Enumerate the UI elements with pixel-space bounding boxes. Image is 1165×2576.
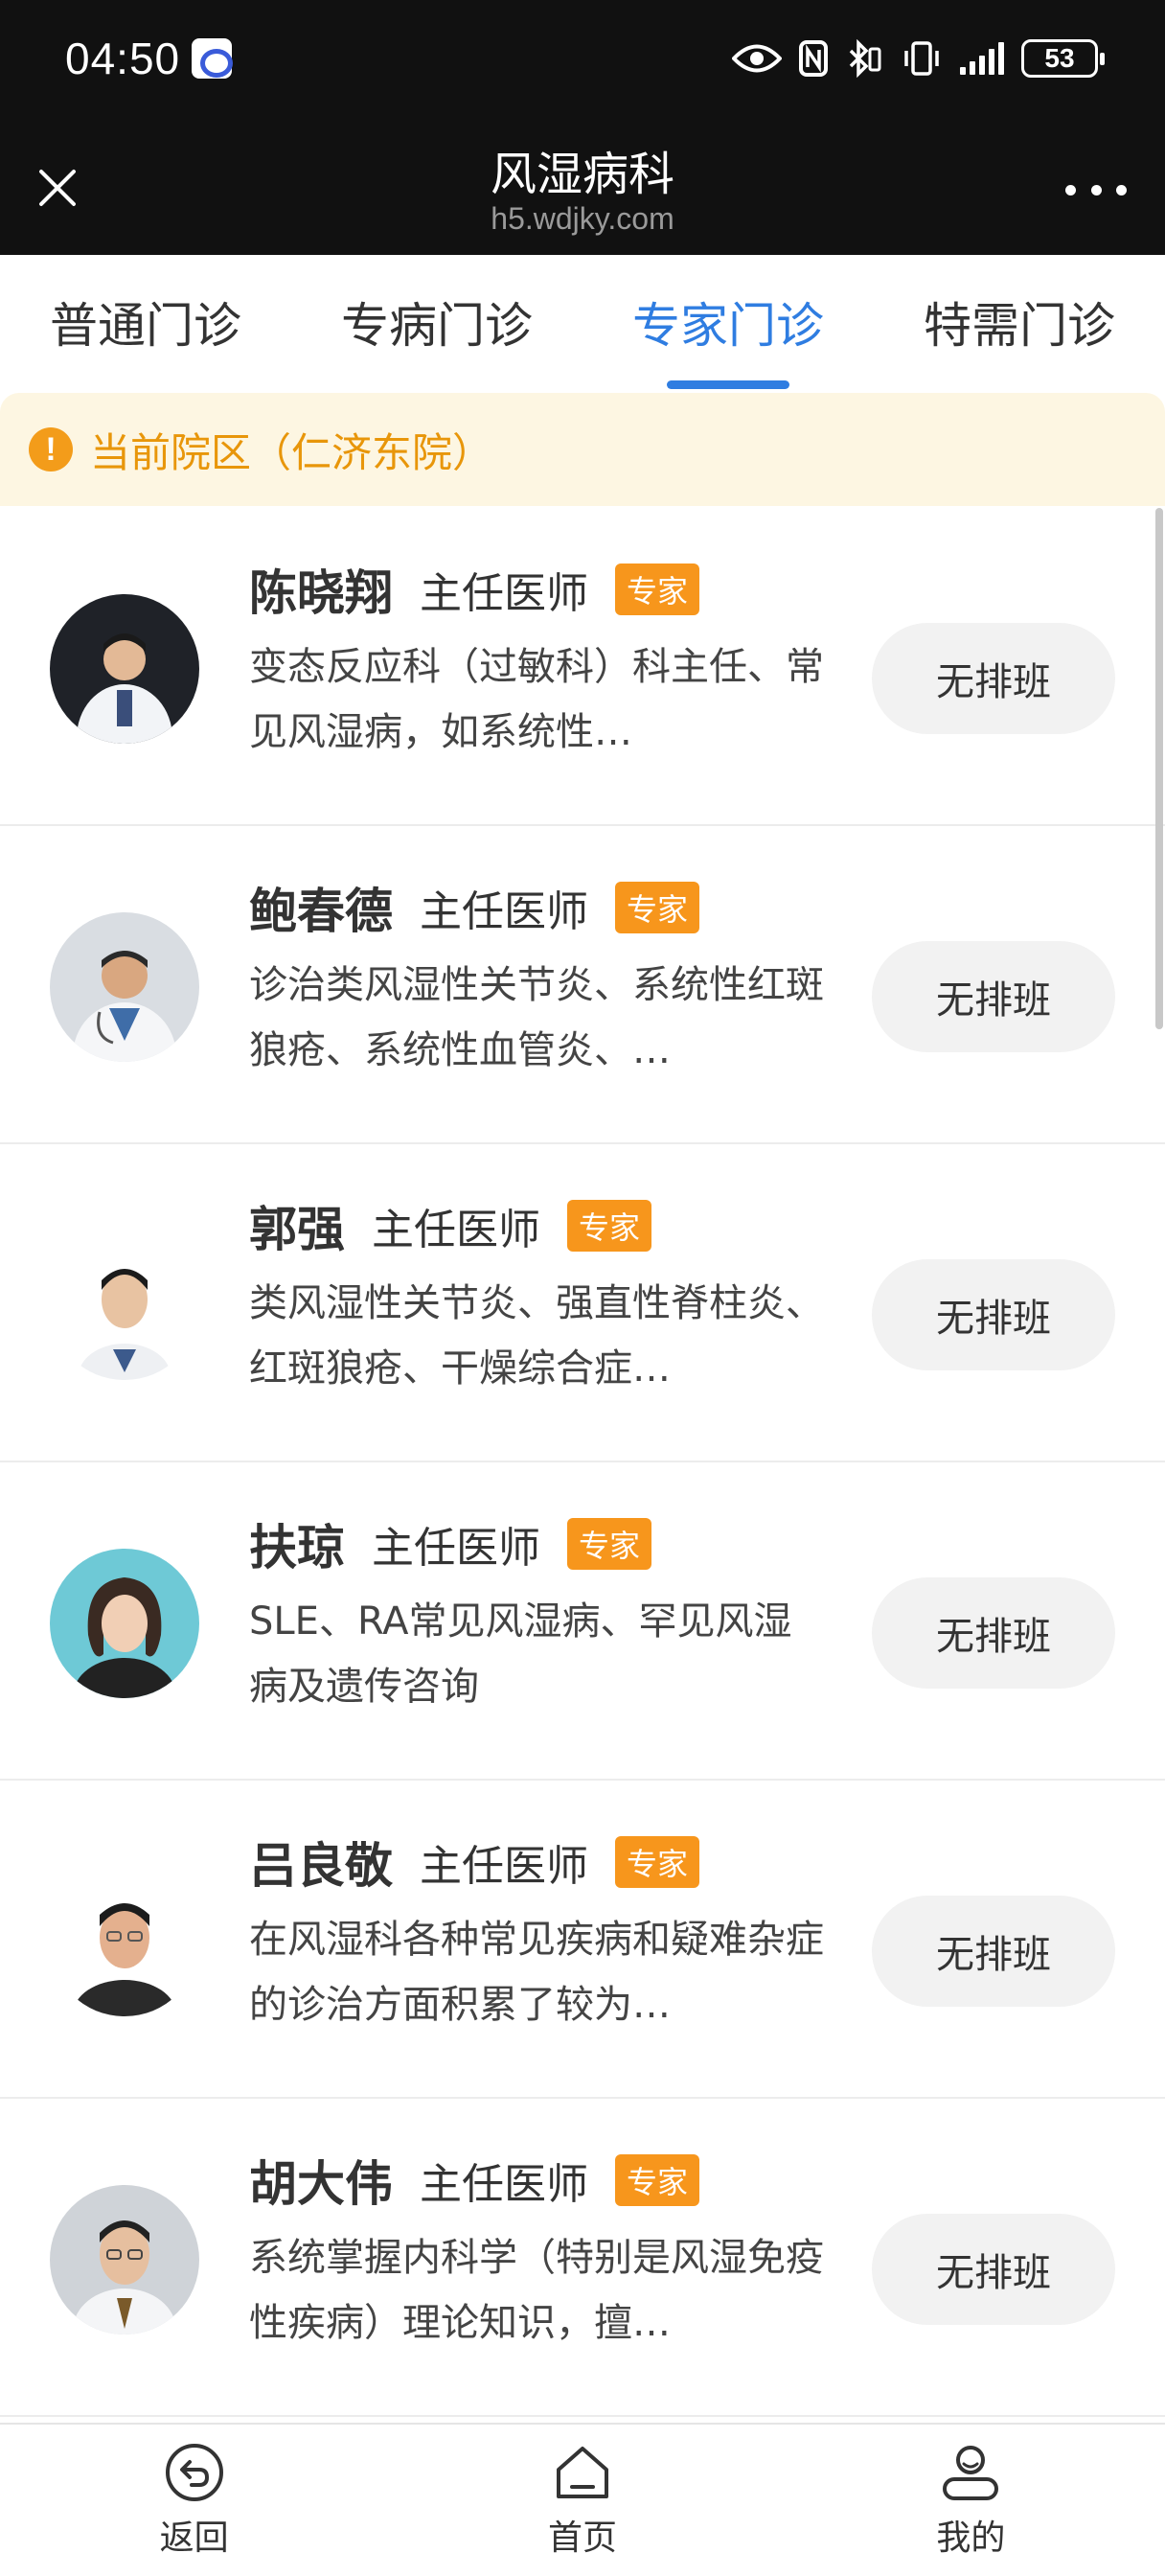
page-domain: h5.wdjky.com: [491, 201, 674, 236]
more-options-icon[interactable]: [1065, 172, 1127, 207]
eye-icon: [732, 44, 782, 73]
schedule-button[interactable]: 无排班: [872, 623, 1115, 734]
expert-badge: 专家: [615, 564, 700, 615]
doctor-description: 诊治类风湿性关节炎、系统性红斑狼疮、系统性血管炎、…: [249, 963, 824, 1072]
doctor-avatar: [50, 2185, 199, 2334]
schedule-button[interactable]: 无排班: [872, 941, 1115, 1052]
expert-badge: 专家: [615, 2154, 700, 2206]
doctor-title: 主任医师: [420, 2160, 588, 2209]
doctor-title: 主任医师: [372, 1206, 540, 1254]
doctor-title: 主任医师: [420, 569, 588, 618]
status-bar: 04:50 53: [0, 0, 1165, 125]
doctor-avatar: [50, 594, 199, 744]
doctor-title: 主任医师: [372, 1524, 540, 1573]
scrollbar[interactable]: [1155, 508, 1163, 1029]
battery-icon: 53: [1021, 39, 1105, 78]
doctor-name: 吕良敬: [249, 1838, 393, 1894]
nav-profile[interactable]: 我的: [777, 2425, 1165, 2576]
schedule-button[interactable]: 无排班: [872, 2214, 1115, 2325]
clinic-tabs: 普通门诊 专病门诊 专家门诊 特需门诊: [0, 255, 1165, 389]
doctor-card[interactable]: 吕良敬 主任医师 专家 在风湿科各种常见疾病和疑难杂症的诊治方面积累了较为… 无…: [0, 1781, 1165, 2099]
bluetooth-icon: [849, 39, 881, 78]
doctor-avatar: [50, 912, 199, 1062]
nav-home-label: 首页: [547, 2518, 617, 2558]
schedule-button[interactable]: 无排班: [872, 1577, 1115, 1689]
doctor-name: 扶琼: [249, 1520, 345, 1576]
expert-badge: 专家: [567, 1518, 652, 1570]
doctor-card[interactable]: 鲍春德 主任医师 专家 诊治类风湿性关节炎、系统性红斑狼疮、系统性血管炎、… 无…: [0, 826, 1165, 1144]
doctor-avatar: [50, 1867, 199, 2016]
doctor-title: 主任医师: [420, 1842, 588, 1891]
status-icons: 53: [732, 34, 1105, 82]
title-bar: 风湿病科 h5.wdjky.com: [0, 125, 1165, 255]
doctor-card[interactable]: 扶琼 主任医师 专家 SLE、RA常见风湿病、罕见风湿病及遗传咨询 无排班: [0, 1462, 1165, 1781]
nav-home[interactable]: 首页: [388, 2425, 776, 2576]
nav-back-label: 返回: [159, 2518, 229, 2558]
doctor-avatar: [50, 1549, 199, 1698]
page-title: 风湿病科: [490, 148, 674, 201]
back-icon: [165, 2444, 223, 2501]
status-time: 04:50: [65, 34, 181, 83]
doctor-description: 在风湿科各种常见疾病和疑难杂症的诊治方面积累了较为…: [249, 1918, 824, 2027]
nav-back[interactable]: 返回: [0, 2425, 388, 2576]
expert-badge: 专家: [615, 1836, 700, 1888]
vibrate-icon: [904, 41, 939, 76]
doctor-list: 陈晓翔 主任医师 专家 变态反应科（过敏科）科主任、常见风湿病，如系统性… 无排…: [0, 508, 1165, 2423]
tab-specialty-clinic[interactable]: 专病门诊: [291, 255, 582, 389]
doctor-description: SLE、RA常见风湿病、罕见风湿病及遗传咨询: [249, 1599, 792, 1709]
doctor-card[interactable]: 陈晓翔 主任医师 专家 变态反应科（过敏科）科主任、常见风湿病，如系统性… 无排…: [0, 508, 1165, 826]
notice-text: 当前院区（仁济东院）: [90, 428, 493, 476]
home-icon: [556, 2447, 608, 2498]
bottom-nav: 返回 首页 我的: [0, 2423, 1165, 2576]
expert-badge: 专家: [567, 1200, 652, 1252]
doctor-name: 郭强: [249, 1202, 345, 1257]
doctor-name: 鲍春德: [249, 884, 393, 939]
tab-expert-clinic[interactable]: 专家门诊: [582, 255, 874, 389]
schedule-button[interactable]: 无排班: [872, 1259, 1115, 1370]
expert-badge: 专家: [615, 882, 700, 933]
tab-special-needs-clinic[interactable]: 特需门诊: [874, 255, 1165, 389]
doctor-card[interactable]: 郭强 主任医师 专家 类风湿性关节炎、强直性脊柱炎、红斑狼疮、干燥综合症… 无排…: [0, 1144, 1165, 1462]
doctor-description: 系统掌握内科学（特别是风湿免疫性疾病）理论知识，擅…: [249, 2236, 824, 2345]
doctor-card[interactable]: 胡大伟 主任医师 专家 系统掌握内科学（特别是风湿免疫性疾病）理论知识，擅… 无…: [0, 2099, 1165, 2417]
doctor-title: 主任医师: [420, 887, 588, 936]
doctor-description: 变态反应科（过敏科）科主任、常见风湿病，如系统性…: [249, 645, 824, 754]
signal-icon: [960, 42, 1004, 75]
profile-icon: [943, 2446, 999, 2500]
doctor-name: 陈晓翔: [249, 565, 393, 621]
doctor-description: 类风湿性关节炎、强直性脊柱炎、红斑狼疮、干燥综合症…: [249, 1281, 824, 1391]
campus-notice: ! 当前院区（仁济东院）: [0, 393, 1165, 506]
doctor-avatar: [50, 1230, 199, 1380]
nav-profile-label: 我的: [936, 2518, 1006, 2558]
app-notification-icon: [192, 38, 233, 79]
doctor-name: 胡大伟: [249, 2156, 393, 2212]
tab-general-clinic[interactable]: 普通门诊: [0, 255, 291, 389]
schedule-button[interactable]: 无排班: [872, 1896, 1115, 2007]
warning-icon: !: [29, 427, 73, 472]
nfc-icon: [799, 40, 828, 77]
